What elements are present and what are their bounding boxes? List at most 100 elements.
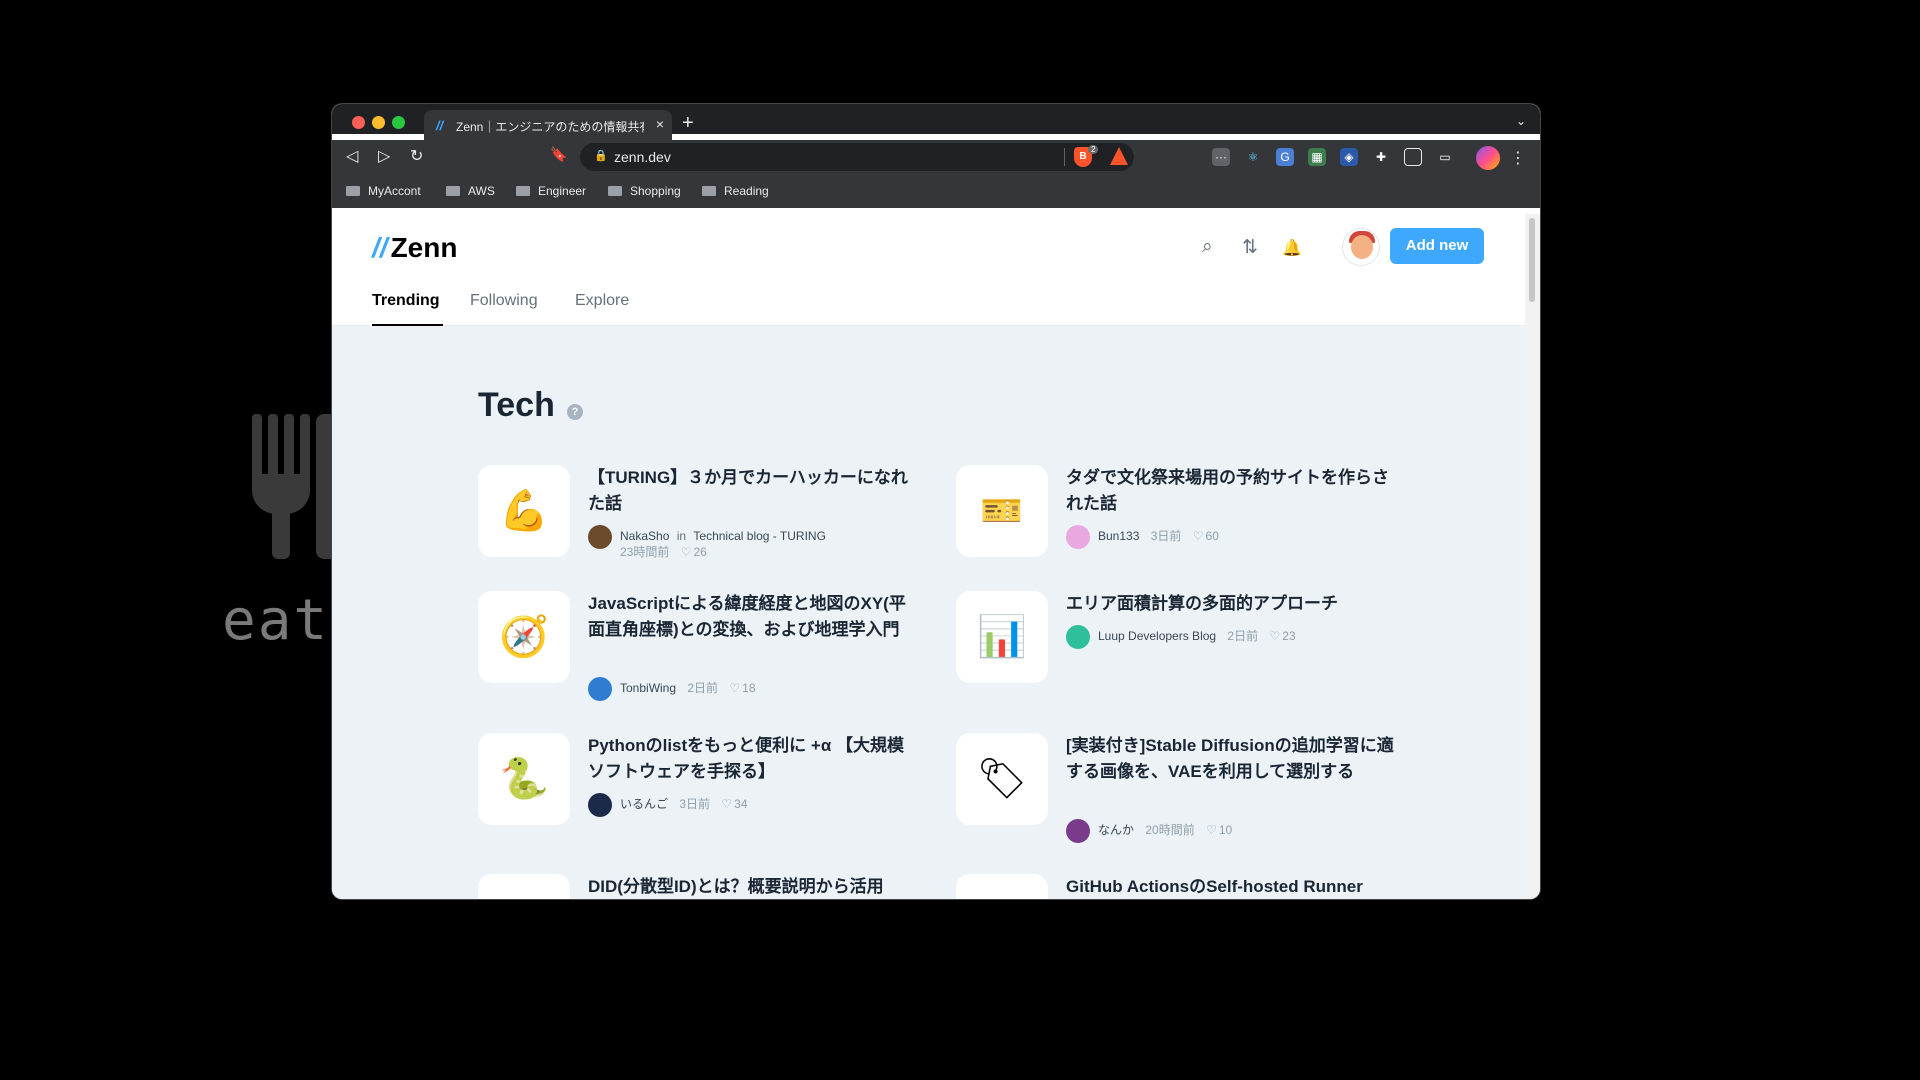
article-date: 23時間前 [620,545,670,559]
article-author[interactable]: NakaSho [620,529,669,543]
article-emoji-thumb[interactable]: 🏷 [956,733,1048,825]
article-card[interactable]: 🎫 タダで文化祭来場用の予約サイトを作らされた話 Bun133 3日前 ♡ 60 [956,465,1396,565]
article-title[interactable]: Pythonのlistをもっと便利に +α 【大規模ソフトウェアを手探る】 [588,733,918,785]
profile-avatar[interactable] [1476,146,1500,170]
translate-icon[interactable]: G [1276,148,1294,166]
zenn-logo[interactable]: //Zenn [372,232,457,266]
search-icon[interactable]: ⌕ [1202,236,1213,258]
article-emoji-thumb[interactable]: 💪 [478,465,570,557]
article-publication[interactable]: Technical blog - TURING [693,529,826,543]
author-avatar[interactable] [1066,525,1090,549]
bookmark-folder-engineer[interactable]: Engineer [516,184,586,198]
article-likes: 23 [1282,629,1296,644]
article-emoji-thumb[interactable]: 🐍 [478,733,570,825]
minimize-window-button[interactable] [372,116,385,129]
article-meta: いるんご 3日前 ♡ 34 [588,793,748,817]
article-author[interactable]: TonbiWing [620,681,676,695]
new-tab-button[interactable]: + [682,112,694,135]
article-emoji-thumb[interactable]: 🎫 [956,465,1048,557]
bookmark-page-icon[interactable]: 🔖 [550,146,567,163]
bookmark-folder-aws[interactable]: AWS [446,184,495,198]
article-title[interactable]: エリア面積計算の多面的アプローチ [1066,591,1396,617]
browser-toolbar: ◁ ▷ ↻ 🔖 🔒 zenn.dev B 2 ··· ⚛ G ▦ ◈ ✚ ▭ ⋮ [332,140,1540,174]
article-card[interactable]: 📊 エリア面積計算の多面的アプローチ Luup Developers Blog … [956,591,1396,691]
article-title[interactable]: GitHub ActionsのSelf-hosted Runner [1066,874,1396,899]
author-avatar[interactable] [588,525,612,549]
zenn-logo-mark-icon: // [372,232,388,263]
extensions-puzzle-icon[interactable]: ✚ [1372,148,1390,166]
article-card[interactable]: 🧭 JavaScriptによる緯度経度と地図のXY(平面直角座標)との変換、およ… [478,591,918,711]
browser-menu-icon[interactable]: ⋮ [1510,148,1526,168]
close-tab-icon[interactable]: × [656,116,664,132]
article-title[interactable]: DID(分散型ID)とは？概要説明から活用 [588,874,918,899]
tab-trending[interactable]: Trending [372,292,440,310]
help-icon[interactable]: ? [567,404,583,420]
article-meta: なんか 20時間前 ♡ 10 [1066,819,1232,843]
bookmark-folder-shopping[interactable]: Shopping [608,184,681,198]
article-stats: 23時間前 ♡ 26 [620,543,707,560]
article-likes: 18 [742,681,756,696]
article-card[interactable]: DID(分散型ID)とは？概要説明から活用 [478,874,918,899]
article-card[interactable]: GitHub ActionsのSelf-hosted Runner [956,874,1396,899]
lock-icon: 🔒 [594,150,608,162]
article-author[interactable]: Bun133 [1098,529,1139,543]
forward-button[interactable]: ▷ [378,146,390,166]
react-devtools-icon[interactable]: ⚛ [1244,148,1262,166]
article-emoji-thumb[interactable] [956,874,1048,899]
heart-icon: ♡ [1269,629,1281,644]
author-avatar[interactable] [588,793,612,817]
bookmarks-bar: MyAccont AWS Engineer Shopping Reading [332,174,1540,208]
bookmark-folder-myaccont[interactable]: MyAccont [346,184,421,198]
article-title[interactable]: タダで文化祭来場用の予約サイトを作らされた話 [1066,465,1396,517]
heart-icon: ♡ [680,545,692,559]
author-avatar[interactable] [588,677,612,701]
article-author[interactable]: Luup Developers Blog [1098,629,1216,643]
article-likes: 26 [693,545,707,559]
page-scrollbar[interactable] [1525,214,1540,899]
password-manager-icon[interactable]: ◈ [1340,148,1358,166]
article-title[interactable]: JavaScriptによる緯度経度と地図のXY(平面直角座標)との変換、および地… [588,591,918,643]
user-avatar[interactable] [1342,228,1380,266]
article-card[interactable]: 💪 【TURING】３か月でカーハッカーになれた話 NakaSho in Tec… [478,465,918,565]
section-title: Tech [478,386,555,424]
reload-button[interactable]: ↻ [410,146,423,166]
article-author[interactable]: なんか [1098,823,1134,837]
wallet-icon[interactable]: ▭ [1436,148,1454,166]
tab-explore[interactable]: Explore [575,292,629,310]
article-meta: Bun133 3日前 ♡ 60 [1066,525,1219,549]
extension-icon-grid[interactable]: ▦ [1308,148,1326,166]
sidebar-icon[interactable] [1404,148,1422,166]
article-card[interactable]: 🐍 Pythonのlistをもっと便利に +α 【大規模ソフトウェアを手探る】 … [478,733,918,833]
article-emoji-thumb[interactable]: 📊 [956,591,1048,683]
article-likes: 10 [1218,823,1233,838]
scrollbar-thumb[interactable] [1529,218,1535,302]
pull-request-icon[interactable]: ⇅ [1242,236,1258,259]
back-button[interactable]: ◁ [346,146,358,166]
fork-icon-background [252,414,312,559]
browser-tab-zenn[interactable]: // Zenn｜エンジニアのための情報共有 × [424,110,672,140]
article-title[interactable]: [実装付き]Stable Diffusionの追加学習に適する画像を、VAEを利… [1066,733,1396,785]
extension-icon-1[interactable]: ··· [1212,148,1230,166]
url-text[interactable]: zenn.dev [614,149,671,165]
brave-rewards-icon[interactable] [1110,147,1128,165]
maximize-window-button[interactable] [392,116,405,129]
add-new-button[interactable]: Add new [1390,228,1484,264]
knife-icon-background [316,414,332,559]
address-bar[interactable]: 🔒 zenn.dev B 2 [580,143,1134,171]
author-avatar[interactable] [1066,625,1090,649]
article-likes: 34 [734,797,748,812]
article-meta: TonbiWing 2日前 ♡ 18 [588,677,756,701]
bookmark-folder-reading[interactable]: Reading [702,184,769,198]
article-card[interactable]: 🏷 [実装付き]Stable Diffusionの追加学習に適する画像を、VAE… [956,733,1396,853]
heart-icon: ♡ [1206,823,1217,838]
folder-icon [608,186,622,196]
article-title[interactable]: 【TURING】３か月でカーハッカーになれた話 [588,465,918,517]
tab-following[interactable]: Following [470,292,538,310]
article-author[interactable]: いるんご [620,797,668,811]
author-avatar[interactable] [1066,819,1090,843]
notification-bell-icon[interactable]: 🔔 [1282,238,1302,258]
article-emoji-thumb[interactable] [478,874,570,899]
close-window-button[interactable] [352,116,365,129]
tab-search-icon[interactable]: ⌄ [1516,114,1526,128]
article-emoji-thumb[interactable]: 🧭 [478,591,570,683]
